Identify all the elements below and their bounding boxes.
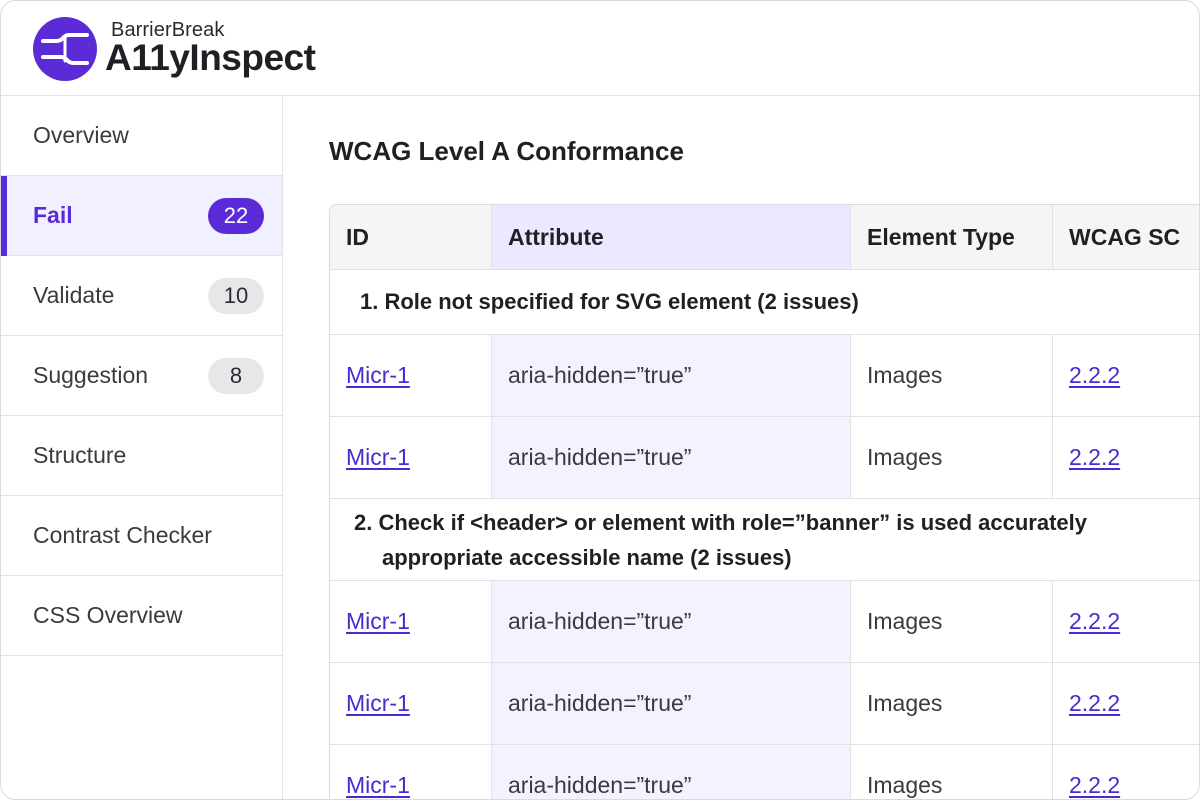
issue-id-link[interactable]: Micr-1	[346, 362, 410, 389]
sidebar-item-label: Overview	[33, 122, 129, 148]
sidebar-item-label: Contrast Checker	[33, 522, 212, 548]
element-type-cell: Images	[851, 417, 1053, 498]
count-badge: 8	[208, 357, 264, 394]
wcag-sc-link[interactable]: 2.2.2	[1069, 608, 1120, 635]
attribute-cell: aria-hidden=”true”	[492, 581, 851, 662]
sidebar-item-fail[interactable]: Fail 22	[1, 176, 282, 256]
sidebar-item-structure[interactable]: Structure	[1, 416, 282, 496]
wcag-sc-link[interactable]: 2.2.2	[1069, 444, 1120, 471]
sidebar-item-label: Suggestion	[33, 362, 149, 388]
sidebar-item-validate[interactable]: Validate 10	[1, 256, 282, 336]
element-type-cell: Images	[851, 663, 1053, 744]
table-row: Micr-1 aria-hidden=”true” Images 2.2.2	[330, 335, 1199, 417]
table-row: Micr-1 aria-hidden=”true” Images 2.2.2	[330, 581, 1199, 663]
sidebar-item-label: Fail	[33, 202, 73, 228]
issue-group-title: 1. Role not specified for SVG element (2…	[360, 289, 859, 314]
sidebar-item-css-overview[interactable]: CSS Overview	[1, 576, 282, 656]
attribute-cell: aria-hidden=”true”	[492, 417, 851, 498]
app-window: BarrierBreak A11yInspect Overview Fail 2…	[0, 0, 1200, 800]
element-type-cell: Images	[851, 745, 1053, 799]
issue-id-link[interactable]: Micr-1	[346, 690, 410, 717]
attribute-cell: aria-hidden=”true”	[492, 663, 851, 744]
element-type-cell: Images	[851, 581, 1053, 662]
issues-table: ID Attribute Element Type WCAG SC 1. Rol…	[329, 204, 1199, 799]
sidebar-item-contrast-checker[interactable]: Contrast Checker	[1, 496, 282, 576]
sidebar-item-label: Validate	[33, 282, 115, 308]
barrierbreak-logo-icon	[33, 17, 97, 81]
table-row: Micr-1 aria-hidden=”true” Images 2.2.2	[330, 417, 1199, 499]
brand-product: A11yInspect	[105, 37, 316, 78]
attribute-cell: aria-hidden=”true”	[492, 335, 851, 416]
element-type-cell: Images	[851, 335, 1053, 416]
page-title: WCAG Level A Conformance	[329, 136, 684, 166]
issue-id-link[interactable]: Micr-1	[346, 608, 410, 635]
issue-id-link[interactable]: Micr-1	[346, 772, 410, 799]
issue-group-header: 2. Check if <header> or element with rol…	[330, 499, 1199, 581]
issue-group-title-line2: appropriate accessible name (2 issues)	[382, 544, 792, 570]
issue-group-title: 2. Check if <header> or element with rol…	[354, 499, 1087, 580]
sidebar-item-label: CSS Overview	[33, 602, 183, 628]
sidebar: Overview Fail 22 Validate 10 Suggestion …	[1, 96, 283, 799]
app-header: BarrierBreak A11yInspect	[1, 1, 1199, 96]
table-row: Micr-1 aria-hidden=”true” Images 2.2.2	[330, 745, 1199, 799]
count-badge: 10	[208, 277, 264, 314]
table-row: Micr-1 aria-hidden=”true” Images 2.2.2	[330, 663, 1199, 745]
column-header-id: ID	[330, 205, 492, 269]
issue-group-title-line1: 2. Check if <header> or element with rol…	[354, 509, 1088, 535]
column-header-wcag-sc: WCAG SC	[1069, 223, 1181, 250]
table-header-row: ID Attribute Element Type WCAG SC	[330, 205, 1199, 270]
column-header-element-type: Element Type	[851, 205, 1053, 269]
column-header-attribute: Attribute	[492, 205, 851, 269]
wcag-sc-link[interactable]: 2.2.2	[1069, 690, 1120, 717]
main-content: WCAG Level A Conformance ID Attribute El…	[283, 96, 1199, 799]
count-badge: 22	[208, 197, 264, 234]
attribute-cell: aria-hidden=”true”	[492, 745, 851, 799]
wcag-sc-link[interactable]: 2.2.2	[1069, 362, 1120, 389]
issue-id-link[interactable]: Micr-1	[346, 444, 410, 471]
sidebar-item-suggestion[interactable]: Suggestion 8	[1, 336, 282, 416]
issue-group-header: 1. Role not specified for SVG element (2…	[330, 270, 1199, 335]
wcag-sc-link[interactable]: 2.2.2	[1069, 772, 1120, 799]
sidebar-item-overview[interactable]: Overview	[1, 96, 282, 176]
sidebar-item-label: Structure	[33, 442, 127, 468]
